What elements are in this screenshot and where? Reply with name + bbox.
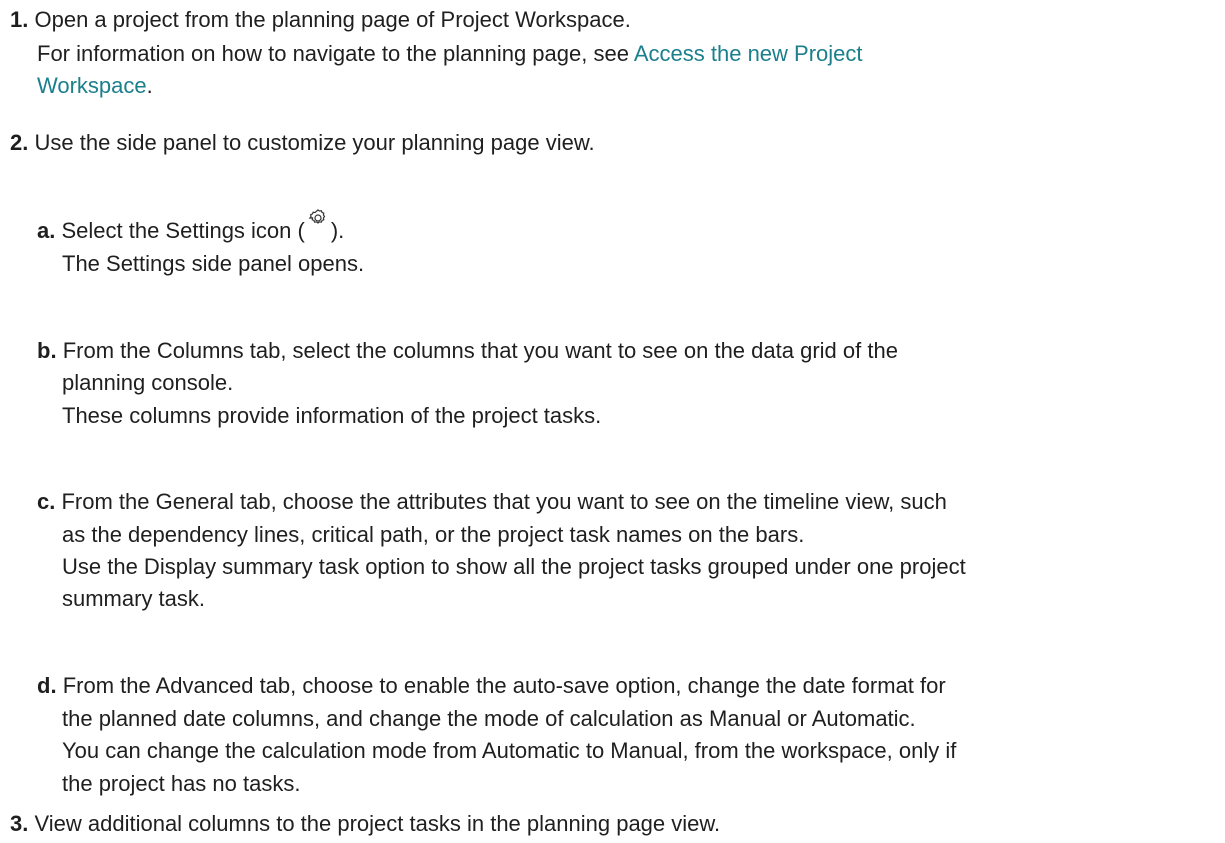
substep-text: the planned date columns, and change the… [62, 706, 916, 731]
substep-letter: b. [37, 338, 57, 363]
gear-icon [307, 207, 329, 229]
substep-text: You can change the calculation mode from… [62, 738, 957, 763]
step-text: Open a project from the planning page of… [34, 7, 631, 32]
substep-letter: a. [37, 218, 56, 243]
substep-b: b. From the Columns tab, select the colu… [37, 337, 898, 365]
substep-b-line2: planning console. [62, 369, 233, 397]
substep-letter: d. [37, 673, 57, 698]
substep-c: c. From the General tab, choose the attr… [37, 488, 947, 516]
step-text: Use the side panel to customize your pla… [34, 130, 595, 155]
step-number: 1. [10, 7, 29, 32]
substep-text: Use the Display summary task option to s… [62, 554, 966, 579]
access-workspace-link-cont[interactable]: Workspace [37, 73, 147, 98]
substep-text: Select the Settings icon ( [61, 218, 305, 243]
substep-letter: c. [37, 489, 56, 514]
substep-text: From the Columns tab, select the columns… [62, 338, 898, 363]
substep-text: From the Advanced tab, choose to enable … [62, 673, 946, 698]
substep-text-after: ). [330, 218, 345, 243]
step-1-note: For information on how to navigate to th… [37, 40, 863, 68]
substep-c-line3: Use the Display summary task option to s… [62, 553, 966, 581]
step-number: 2. [10, 130, 29, 155]
step-2: 2. Use the side panel to customize your … [10, 129, 595, 157]
substep-b-line3: These columns provide information of the… [62, 402, 601, 430]
step-1: 1. Open a project from the planning page… [10, 6, 631, 34]
substep-text: From the General tab, choose the attribu… [61, 489, 947, 514]
substep-c-line2: as the dependency lines, critical path, … [62, 521, 804, 549]
substep-a-result: The Settings side panel opens. [62, 250, 364, 278]
substep-text: These columns provide information of the… [62, 403, 602, 428]
substep-result-text: The Settings side panel opens. [62, 251, 365, 276]
substep-d: d. From the Advanced tab, choose to enab… [37, 672, 946, 700]
substep-d-line2: the planned date columns, and change the… [62, 705, 916, 733]
substep-text: planning console. [62, 370, 234, 395]
note-text: For information on how to navigate to th… [37, 41, 634, 66]
substep-text: the project has no tasks. [62, 771, 301, 796]
step-number: 3. [10, 811, 29, 836]
step-text: View additional columns to the project t… [34, 811, 721, 836]
access-workspace-link[interactable]: Access the new Project [634, 41, 863, 66]
substep-a: a. Select the Settings icon (). [37, 209, 345, 245]
substep-text: summary task. [62, 586, 206, 611]
substep-c-line4: summary task. [62, 585, 205, 613]
substep-d-line3: You can change the calculation mode from… [62, 737, 956, 765]
substep-d-line4: the project has no tasks. [62, 770, 300, 798]
substep-text: as the dependency lines, critical path, … [62, 522, 805, 547]
note-suffix: . [146, 73, 153, 98]
step-3: 3. View additional columns to the projec… [10, 810, 720, 838]
step-1-note-cont: Workspace. [37, 72, 153, 100]
